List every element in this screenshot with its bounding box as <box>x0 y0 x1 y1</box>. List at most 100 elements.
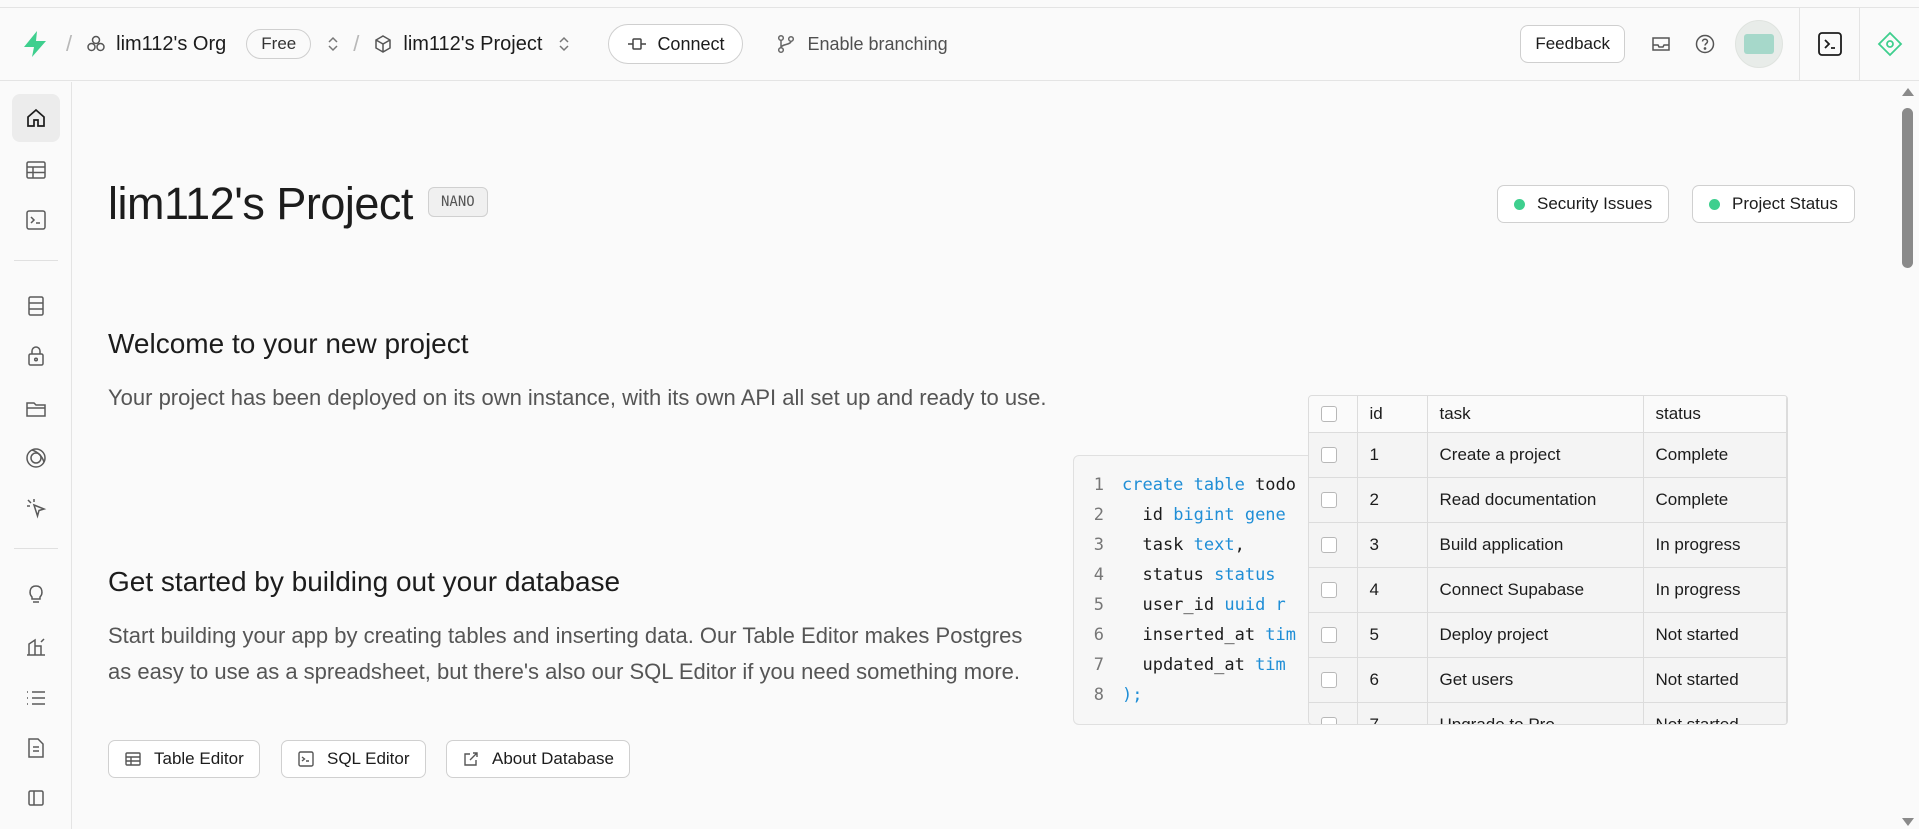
table-cell: In progress <box>1643 567 1787 613</box>
project-selector[interactable]: lim112's Project <box>373 33 542 56</box>
scroll-up-arrow-icon[interactable] <box>1902 88 1914 96</box>
code-token: tim <box>1265 625 1297 645</box>
auth-icon[interactable] <box>12 332 60 380</box>
inbox-icon[interactable] <box>1639 34 1683 54</box>
help-icon[interactable] <box>1683 33 1727 55</box>
assistant-icon[interactable] <box>1859 8 1919 80</box>
checkbox[interactable] <box>1321 671 1337 688</box>
sql-editor-button[interactable]: SQL Editor <box>281 740 426 778</box>
plug-icon <box>628 38 647 50</box>
table-icon <box>125 752 141 766</box>
row-select-cell <box>1309 702 1358 724</box>
enable-branching-button[interactable]: Enable branching <box>777 33 948 55</box>
code-token: ); <box>1122 685 1143 705</box>
table-cell: Connect Supabase <box>1427 567 1644 613</box>
checkbox[interactable] <box>1321 581 1337 598</box>
checkbox[interactable] <box>1321 626 1337 643</box>
table-cell: Not started <box>1643 612 1787 658</box>
chevron-updown-icon[interactable] <box>558 35 570 53</box>
checkbox[interactable] <box>1321 716 1337 724</box>
code-token: uuid r <box>1224 595 1286 615</box>
sidebar <box>0 82 72 829</box>
table-cell: 4 <box>1357 567 1428 613</box>
user-avatar[interactable] <box>1735 20 1783 68</box>
docs-icon[interactable] <box>12 724 60 772</box>
row-select-cell <box>1309 432 1358 478</box>
table-cell: In progress <box>1643 522 1787 568</box>
table-cell: 1 <box>1357 432 1428 478</box>
code-token: updated_at <box>1122 655 1256 675</box>
table-editor-button[interactable]: Table Editor <box>108 740 260 778</box>
sidebar-divider <box>14 260 58 261</box>
scroll-down-arrow-icon[interactable] <box>1902 818 1914 826</box>
sidebar-divider <box>14 548 58 549</box>
table-cell: 3 <box>1357 522 1428 568</box>
database-text-line-1: Start building your app by creating tabl… <box>108 623 1023 648</box>
realtime-icon[interactable] <box>12 434 60 482</box>
table-cell: Not started <box>1643 702 1787 724</box>
checkbox[interactable] <box>1321 446 1337 463</box>
table-row[interactable]: 2 Read documentation Complete <box>1309 477 1787 523</box>
table-preview: id task status 1 Create a project Complete… <box>1308 395 1788 725</box>
settings-icon[interactable] <box>12 774 60 822</box>
advisors-icon[interactable] <box>12 570 60 618</box>
table-row[interactable]: 7 Upgrade to Pro Not started <box>1309 702 1787 724</box>
storage-icon[interactable] <box>12 384 60 432</box>
status-dot-icon <box>1709 198 1720 210</box>
welcome-heading: Welcome to your new project <box>108 328 469 359</box>
project-status-label: Project Status <box>1732 194 1838 213</box>
connect-button[interactable]: Connect <box>608 24 744 64</box>
branching-label: Enable branching <box>807 33 948 54</box>
org-icon <box>87 35 105 52</box>
table-row[interactable]: 3 Build application In progress <box>1309 522 1787 568</box>
checkbox[interactable] <box>1321 405 1337 422</box>
project-name[interactable]: lim112's Project <box>403 33 542 56</box>
supabase-logo-icon[interactable] <box>22 28 52 60</box>
database-heading: Get started by building out your databas… <box>108 566 621 597</box>
checkbox[interactable] <box>1321 491 1337 508</box>
welcome-text: Your project has been deployed on its ow… <box>108 385 1047 410</box>
code-token: id <box>1122 505 1174 525</box>
sql-editor-icon[interactable] <box>12 196 60 244</box>
page-scrollbar[interactable] <box>1896 82 1919 829</box>
code-token: , <box>1234 535 1245 555</box>
code-token: user_id <box>1122 595 1225 615</box>
table-row[interactable]: 5 Deploy project Not started <box>1309 612 1787 658</box>
chevron-updown-icon[interactable] <box>327 35 339 53</box>
org-name[interactable]: lim112's Org <box>116 33 226 56</box>
table-header-row: id task status <box>1309 396 1787 433</box>
code-token: text <box>1193 535 1235 555</box>
table-row[interactable]: 1 Create a project Complete <box>1309 432 1787 478</box>
security-issues-button[interactable]: Security Issues <box>1497 185 1670 223</box>
org-selector[interactable]: lim112's Org Free <box>86 29 312 59</box>
checkbox[interactable] <box>1321 536 1337 553</box>
project-status-button[interactable]: Project Status <box>1692 185 1855 223</box>
scrollbar-thumb[interactable] <box>1902 108 1913 268</box>
edge-functions-icon[interactable] <box>12 484 60 532</box>
feedback-button[interactable]: Feedback <box>1520 25 1625 63</box>
about-database-button[interactable]: About Database <box>446 740 630 778</box>
database-icon[interactable] <box>12 282 60 330</box>
table-cell: Get users <box>1427 657 1644 703</box>
reports-icon[interactable] <box>12 622 60 670</box>
git-branch-icon <box>778 34 795 54</box>
code-token: bigint gene <box>1173 505 1286 525</box>
line-number: 6 <box>1093 625 1104 645</box>
terminal-toggle-icon[interactable] <box>1799 8 1859 80</box>
code-token: create table <box>1122 475 1256 495</box>
logs-icon[interactable] <box>12 674 60 722</box>
table-cell: Upgrade to Pro <box>1427 702 1644 724</box>
table-cell: Complete <box>1643 432 1787 478</box>
external-link-icon <box>464 752 478 766</box>
table-editor-icon[interactable] <box>12 146 60 194</box>
table-row[interactable]: 6 Get users Not started <box>1309 657 1787 703</box>
column-header: task <box>1427 396 1644 433</box>
line-number: 4 <box>1093 565 1104 585</box>
home-icon[interactable] <box>12 94 60 142</box>
row-select-cell <box>1309 477 1358 523</box>
status-dot-icon <box>1514 198 1525 210</box>
top-bar: / lim112's Org Free / lim112's Project C… <box>0 7 1919 81</box>
table-cell: Create a project <box>1427 432 1644 478</box>
table-row[interactable]: 4 Connect Supabase In progress <box>1309 567 1787 613</box>
terminal-icon <box>298 751 314 767</box>
